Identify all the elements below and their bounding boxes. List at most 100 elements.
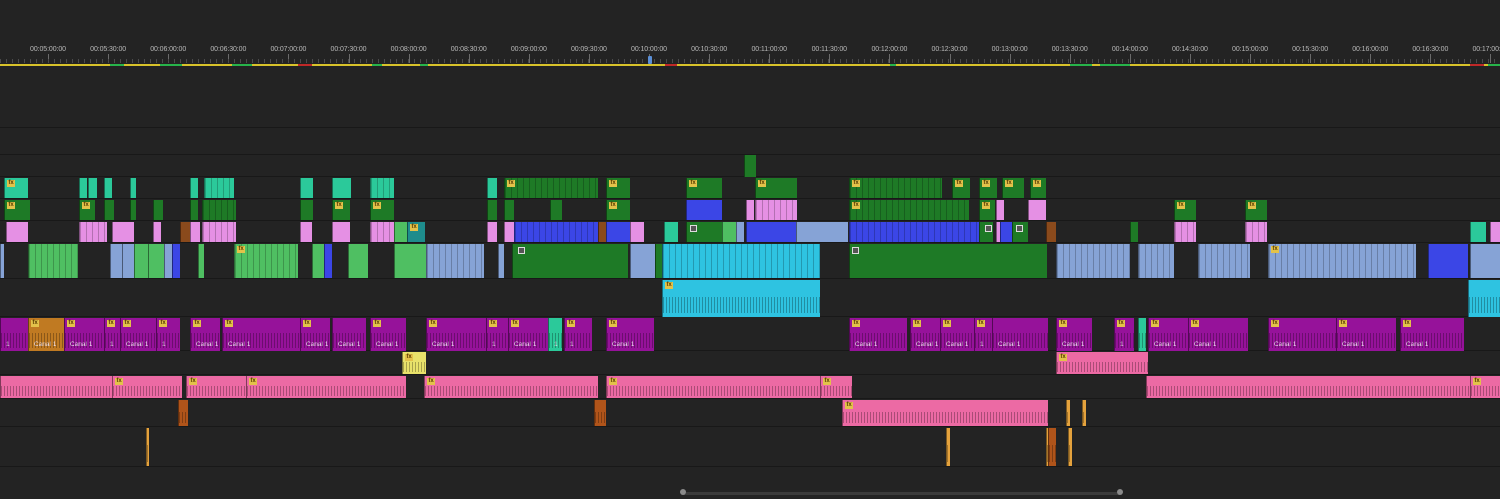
- video-clip[interactable]: fx: [4, 178, 28, 198]
- video-clip[interactable]: [1046, 222, 1056, 242]
- audio-clip[interactable]: Canal 1: [992, 318, 1048, 351]
- audio-clip[interactable]: fx Canal 1: [849, 318, 907, 351]
- video-clip[interactable]: [0, 244, 4, 278]
- video-clip[interactable]: fx: [849, 200, 969, 220]
- video-clip[interactable]: [312, 244, 324, 278]
- video-clip[interactable]: fx: [332, 200, 350, 220]
- audio-clip[interactable]: [178, 400, 188, 426]
- video-clip[interactable]: [746, 200, 754, 220]
- audio-clip[interactable]: fx: [424, 376, 598, 398]
- audio-clip[interactable]: fx Canal 1: [28, 318, 64, 351]
- video-clip[interactable]: [736, 222, 744, 242]
- video-clip[interactable]: [202, 200, 236, 220]
- audio-clip[interactable]: fx 1: [1114, 318, 1134, 351]
- audio-clip[interactable]: fx: [186, 376, 246, 398]
- audio-clip[interactable]: fx: [112, 376, 182, 398]
- audio-clip[interactable]: 1: [0, 318, 28, 351]
- video-clip[interactable]: [190, 200, 198, 220]
- video-clip[interactable]: fx: [1174, 200, 1196, 220]
- video-clip[interactable]: [28, 244, 78, 278]
- video-clip[interactable]: [498, 244, 504, 278]
- video-clip[interactable]: [1056, 244, 1130, 278]
- video-clip[interactable]: [722, 222, 736, 242]
- audio-clip[interactable]: fx Canal 1: [222, 318, 300, 351]
- audio-clip[interactable]: [1082, 400, 1086, 426]
- video-clip[interactable]: [662, 244, 820, 278]
- video-clip[interactable]: fx: [606, 200, 630, 220]
- video-clip[interactable]: [190, 178, 198, 198]
- audio-clip[interactable]: fx Canal 1: [190, 318, 220, 351]
- audio-clip[interactable]: fx: [606, 376, 820, 398]
- video-clip[interactable]: [746, 222, 796, 242]
- audio-clip[interactable]: Canal 1: [332, 318, 366, 351]
- video-clip[interactable]: [300, 222, 312, 242]
- video-clip[interactable]: [79, 222, 107, 242]
- audio-clip[interactable]: [1048, 428, 1056, 466]
- audio-clip[interactable]: fx Canal 1: [64, 318, 104, 351]
- audio-clip[interactable]: fx Canal 1: [508, 318, 548, 351]
- horizontal-zoom-scrollbar[interactable]: [683, 492, 1120, 495]
- video-clip[interactable]: [134, 244, 148, 278]
- video-clip[interactable]: [190, 222, 200, 242]
- audio-clip[interactable]: fx Canal 1: [1268, 318, 1336, 351]
- audio-clip[interactable]: fx 1: [974, 318, 994, 351]
- playhead-marker[interactable]: [648, 56, 652, 64]
- audio-clip[interactable]: fx Canal 1: [1148, 318, 1188, 351]
- audio-clip[interactable]: fx: [662, 280, 820, 317]
- audio-clip[interactable]: fx Canal 1: [370, 318, 406, 351]
- video-clip[interactable]: [1470, 222, 1486, 242]
- audio-clip[interactable]: fx Canal 1: [300, 318, 330, 351]
- video-clip[interactable]: [504, 222, 514, 242]
- video-clip[interactable]: [1138, 244, 1174, 278]
- audio-clip[interactable]: fx Canal 1: [426, 318, 486, 351]
- video-clip[interactable]: [6, 222, 28, 242]
- video-clip[interactable]: [332, 222, 350, 242]
- audio-clip[interactable]: fx 1: [156, 318, 180, 351]
- video-clip[interactable]: [1028, 200, 1046, 220]
- audio-clip[interactable]: fx: [246, 376, 406, 398]
- audio-clip[interactable]: fx 1: [486, 318, 508, 351]
- audio-clip[interactable]: [946, 428, 950, 466]
- video-clip[interactable]: [324, 244, 332, 278]
- video-clip[interactable]: [849, 222, 979, 242]
- video-clip[interactable]: [512, 244, 628, 278]
- video-clip[interactable]: [1490, 222, 1500, 242]
- video-clip[interactable]: [1130, 222, 1138, 242]
- video-clip[interactable]: [122, 244, 134, 278]
- audio-clip[interactable]: [0, 376, 112, 398]
- video-clip[interactable]: [204, 178, 234, 198]
- video-clip[interactable]: [348, 244, 368, 278]
- audio-clip[interactable]: fx Canal 1: [1188, 318, 1248, 351]
- video-clip[interactable]: [755, 200, 797, 220]
- video-clip[interactable]: fx: [234, 244, 298, 278]
- video-clip[interactable]: [370, 178, 394, 198]
- audio-clip[interactable]: fx: [820, 376, 852, 398]
- video-clip[interactable]: fx: [504, 178, 598, 198]
- time-ruler[interactable]: 000:05:00:0000:05:30:0000:06:00:0000:06:…: [0, 0, 1500, 68]
- audio-clip[interactable]: fx Canal 1: [1336, 318, 1396, 351]
- video-clip[interactable]: [487, 200, 497, 220]
- video-clip[interactable]: [487, 178, 497, 198]
- video-clip[interactable]: [630, 244, 656, 278]
- audio-clip[interactable]: fx 1: [564, 318, 592, 351]
- video-clip[interactable]: [370, 222, 394, 242]
- video-clip[interactable]: fx: [952, 178, 970, 198]
- video-clip[interactable]: [1174, 222, 1196, 242]
- video-clip[interactable]: fx: [1030, 178, 1046, 198]
- video-clip[interactable]: fx: [979, 178, 997, 198]
- video-clip[interactable]: [1198, 244, 1250, 278]
- video-clip[interactable]: [164, 244, 172, 278]
- video-clip[interactable]: [130, 178, 136, 198]
- video-clip[interactable]: [744, 155, 756, 177]
- audio-clip[interactable]: [1468, 280, 1500, 317]
- video-clip[interactable]: fx: [407, 222, 425, 242]
- video-clip[interactable]: [504, 200, 514, 220]
- audio-clip[interactable]: 1: [548, 318, 562, 351]
- video-clip[interactable]: [112, 222, 134, 242]
- audio-clip[interactable]: fx 1: [104, 318, 120, 351]
- video-clip[interactable]: [686, 200, 722, 220]
- audio-clip[interactable]: fx: [1470, 376, 1500, 398]
- video-clip[interactable]: [664, 222, 678, 242]
- audio-clip[interactable]: fx Canal 1: [120, 318, 156, 351]
- video-clip[interactable]: fx: [370, 200, 394, 220]
